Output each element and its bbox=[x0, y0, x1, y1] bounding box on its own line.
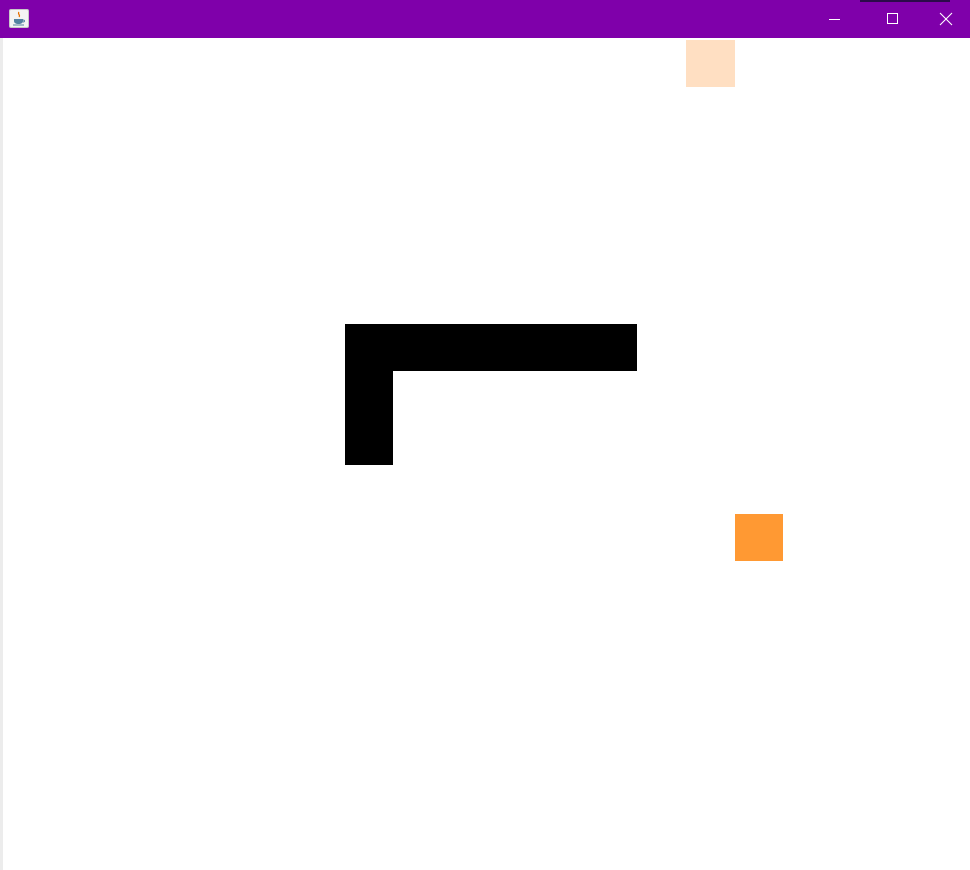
close-icon bbox=[939, 12, 953, 26]
java-coffee-icon[interactable] bbox=[9, 9, 29, 28]
minimize-button[interactable] bbox=[806, 0, 864, 38]
java-cup-glyph bbox=[13, 11, 25, 26]
snake-segment bbox=[489, 324, 537, 371]
snake-segment bbox=[441, 324, 489, 371]
maximize-button[interactable] bbox=[864, 0, 922, 38]
snake-segment bbox=[585, 324, 637, 371]
snake-segment bbox=[537, 324, 585, 371]
snake-segment bbox=[345, 418, 393, 465]
food-item bbox=[735, 514, 783, 561]
game-window bbox=[0, 0, 970, 870]
maximize-icon bbox=[887, 13, 898, 24]
bonus-item bbox=[686, 40, 735, 87]
title-bar[interactable] bbox=[0, 0, 970, 38]
snake-segment bbox=[393, 324, 441, 371]
close-button[interactable] bbox=[922, 0, 970, 38]
game-board[interactable] bbox=[0, 38, 970, 870]
window-left-border bbox=[0, 38, 3, 870]
snake-segment bbox=[345, 371, 393, 418]
minimize-icon bbox=[829, 19, 840, 20]
snake-segment bbox=[345, 324, 393, 371]
